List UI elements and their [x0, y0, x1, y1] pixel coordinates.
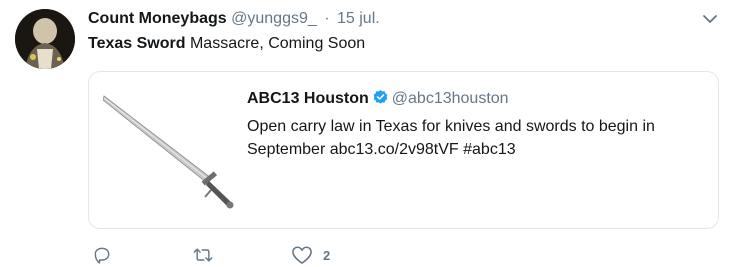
sword-image[interactable] [102, 90, 238, 215]
quoted-tweet-card[interactable]: ABC13 Houston @abc13houston Open carry la… [88, 71, 719, 229]
tweet-text-bold: Texas Sword [88, 35, 186, 52]
like-count: 2 [323, 247, 331, 263]
verified-badge-icon [372, 89, 389, 112]
tweet-timestamp[interactable]: 15 jul. [337, 10, 380, 27]
reply-button[interactable] [92, 245, 112, 265]
quoted-author-name[interactable]: ABC13 Houston [247, 90, 369, 107]
separator-dot: · [324, 10, 330, 27]
quoted-tweet-header: ABC13 Houston @abc13houston [247, 89, 509, 112]
quoted-author-handle[interactable]: @abc13houston [392, 90, 509, 107]
retweet-button[interactable] [192, 245, 214, 265]
like-button[interactable]: 2 [291, 245, 330, 265]
author-name[interactable]: Count Moneybags [88, 10, 227, 27]
tweet-text: Texas Sword Massacre, Coming Soon [88, 34, 365, 54]
tweet-actions: 2 [88, 245, 488, 265]
heart-icon [291, 245, 313, 265]
reply-icon [92, 245, 112, 265]
avatar[interactable] [15, 9, 75, 69]
chevron-down-icon[interactable] [702, 12, 718, 24]
retweet-icon [192, 245, 214, 265]
quoted-tweet-text: Open carry law in Texas for knives and s… [247, 118, 655, 158]
tweet-text-rest: Massacre, Coming Soon [185, 35, 366, 52]
tweet-header: Count Moneybags @yunggs9_ · 15 jul. [88, 9, 380, 29]
author-handle[interactable]: @yunggs9_ [231, 10, 317, 27]
